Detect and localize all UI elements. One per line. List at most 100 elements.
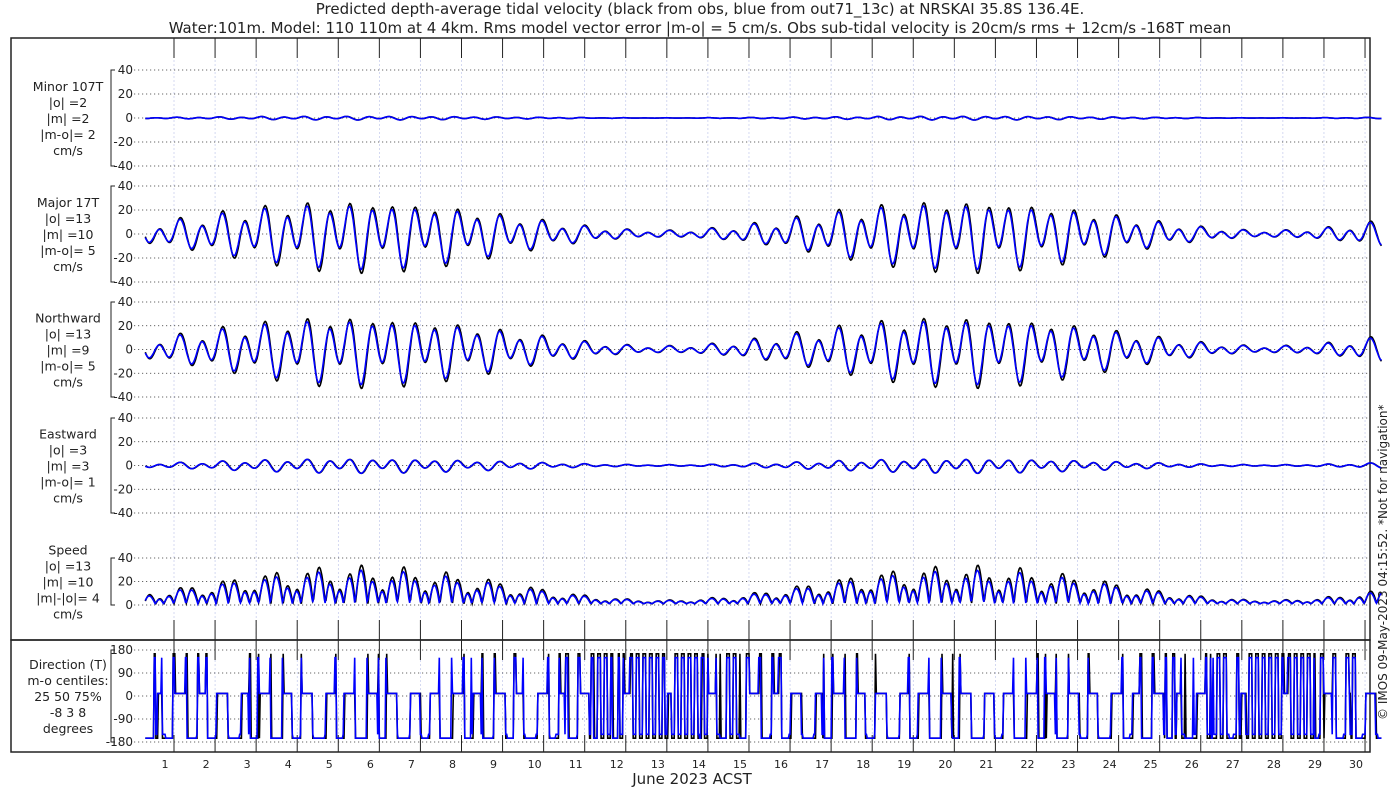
chart-subtitle: Water:101m. Model: 110 110m at 4 4km. Rm… [169, 19, 1232, 37]
panel-label-line: Minor 107T [33, 79, 104, 94]
y-tick-label: -20 [113, 366, 133, 380]
x-tick-label: 21 [979, 758, 993, 771]
y-tick-label: 40 [118, 63, 133, 77]
panel-label-line: -8 3 8 [50, 705, 86, 720]
y-axis [110, 417, 115, 514]
model-series-line [145, 115, 1382, 121]
panel-label-line: |m| =10 [43, 575, 94, 590]
x-tick-label: 2 [203, 758, 210, 771]
x-tick-label: 29 [1308, 758, 1322, 771]
y-axis [110, 69, 115, 167]
x-tick-label: 12 [610, 758, 624, 771]
y-tick-label: 0 [125, 111, 133, 125]
x-tick-label: 17 [815, 758, 829, 771]
y-tick-label: 90 [118, 666, 133, 680]
panel-major: Major 17T|o| =13|m| =10|m-o|= 5cm/s 40 20 0… [37, 179, 1383, 289]
x-tick-label: 19 [897, 758, 911, 771]
x-tick-label: 30 [1349, 758, 1363, 771]
y-tick-label: 20 [118, 575, 133, 589]
panel-label-line: |m-o|= 2 [40, 127, 95, 142]
y-axis [110, 557, 115, 606]
panel-label-line: |m-o|= 5 [40, 359, 95, 374]
panel-label-line: degrees [43, 721, 93, 736]
panel-label-line: Major 17T [37, 195, 100, 210]
y-tick-label: 0 [125, 459, 133, 473]
y-tick-label: -40 [113, 275, 133, 289]
x-tick-label: 6 [367, 758, 374, 771]
y-tick-label: -180 [106, 735, 133, 749]
y-tick-label: -20 [113, 251, 133, 265]
x-tick-label: 7 [408, 758, 415, 771]
y-tick-label: -20 [113, 482, 133, 496]
x-tick-label: 18 [856, 758, 870, 771]
x-axis-label: June 2023 ACST [631, 770, 752, 788]
y-tick-label: -40 [113, 159, 133, 173]
x-tick-label: 25 [1144, 758, 1158, 771]
panel-minor: Minor 107T|o| =2|m| =2|m-o|= 2cm/s 40 20 0 -… [33, 63, 1382, 173]
y-tick-label: 0 [125, 227, 133, 241]
x-tick-label: 8 [449, 758, 456, 771]
panel-label-line: |o| =3 [49, 443, 87, 458]
x-tick-label: 4 [285, 758, 292, 771]
panel-label-line: |o| =13 [45, 211, 91, 226]
x-tick-label: 28 [1267, 758, 1281, 771]
x-tick-label: 23 [1062, 758, 1076, 771]
panel-label-line: cm/s [53, 259, 83, 274]
panel-east: Eastward|o| =3|m| =3|m-o|= 1cm/s 40 20 0 -20… [39, 411, 1382, 520]
panel-label-line: |m| =9 [47, 343, 90, 358]
x-tick-label: 3 [244, 758, 251, 771]
x-tick-label: 24 [1103, 758, 1117, 771]
y-tick-label: 20 [118, 87, 133, 101]
panel-speed: Speed|o| =13|m| =10|m|-|o|= 4cm/s 40 20 0 [36, 543, 1383, 622]
x-tick-label: 20 [938, 758, 952, 771]
panel-label-line: |o| =13 [45, 559, 91, 574]
y-tick-label: 20 [118, 203, 133, 217]
y-axis [110, 649, 115, 743]
model-series-line [144, 320, 1382, 386]
x-tick-label: 16 [774, 758, 788, 771]
x-tick-label: 9 [490, 758, 497, 771]
y-tick-label: 40 [118, 411, 133, 425]
y-tick-label: 40 [118, 551, 133, 565]
panel-label-line: cm/s [53, 375, 83, 390]
panel-dir: Direction (T)m-o centiles:25 50 75%-8 3 … [27, 643, 1382, 749]
panel-label-line: cm/s [53, 607, 83, 622]
panel-north: Northward|o| =13|m| =9|m-o|= 5cm/s 40 20 0 -… [35, 295, 1383, 404]
y-axis [110, 185, 115, 283]
panel-label-line: |m-o|= 5 [40, 243, 95, 258]
panel-label-line: |m|-|o|= 4 [36, 591, 100, 606]
panel-label-line: m-o centiles: [27, 673, 108, 688]
x-tick-label: 22 [1020, 758, 1034, 771]
y-tick-label: -90 [113, 712, 133, 726]
panel-label-line: |m| =3 [47, 459, 90, 474]
panel-label-line: Northward [35, 311, 101, 326]
x-tick-label: 1 [162, 758, 169, 771]
y-tick-label: 0 [125, 689, 133, 703]
y-axis [110, 301, 115, 398]
tidal-velocity-chart: Predicted depth-average tidal velocity (… [10, 0, 1390, 788]
panel-label-line: |m| =10 [43, 227, 94, 242]
panel-label-line: 25 50 75% [34, 689, 102, 704]
y-tick-label: 40 [118, 295, 133, 309]
y-tick-label: -20 [113, 135, 133, 149]
model-series-line [144, 569, 1382, 607]
panel-label-line: |m| =2 [47, 111, 90, 126]
panel-label-line: |m-o|= 1 [40, 475, 95, 490]
y-tick-label: 20 [118, 435, 133, 449]
x-tick-label: 10 [528, 758, 542, 771]
y-tick-label: 180 [110, 643, 133, 657]
y-tick-label: -40 [113, 390, 133, 404]
y-tick-label: 0 [125, 598, 133, 612]
x-tick-label: 26 [1185, 758, 1199, 771]
panel-label-line: |o| =13 [45, 327, 91, 342]
y-tick-label: 0 [125, 343, 133, 357]
y-tick-label: 20 [118, 319, 133, 333]
credit-text: © IMOS 09-May-2023 04:15:52. *Not for na… [1376, 405, 1390, 721]
y-tick-label: -40 [113, 506, 133, 520]
panel-label-line: Eastward [39, 427, 97, 442]
model-series-line [144, 205, 1382, 271]
model-series-line [145, 656, 1382, 739]
x-tick-label: 5 [326, 758, 333, 771]
panel-label-line: cm/s [53, 491, 83, 506]
panel-label-line: cm/s [53, 143, 83, 158]
